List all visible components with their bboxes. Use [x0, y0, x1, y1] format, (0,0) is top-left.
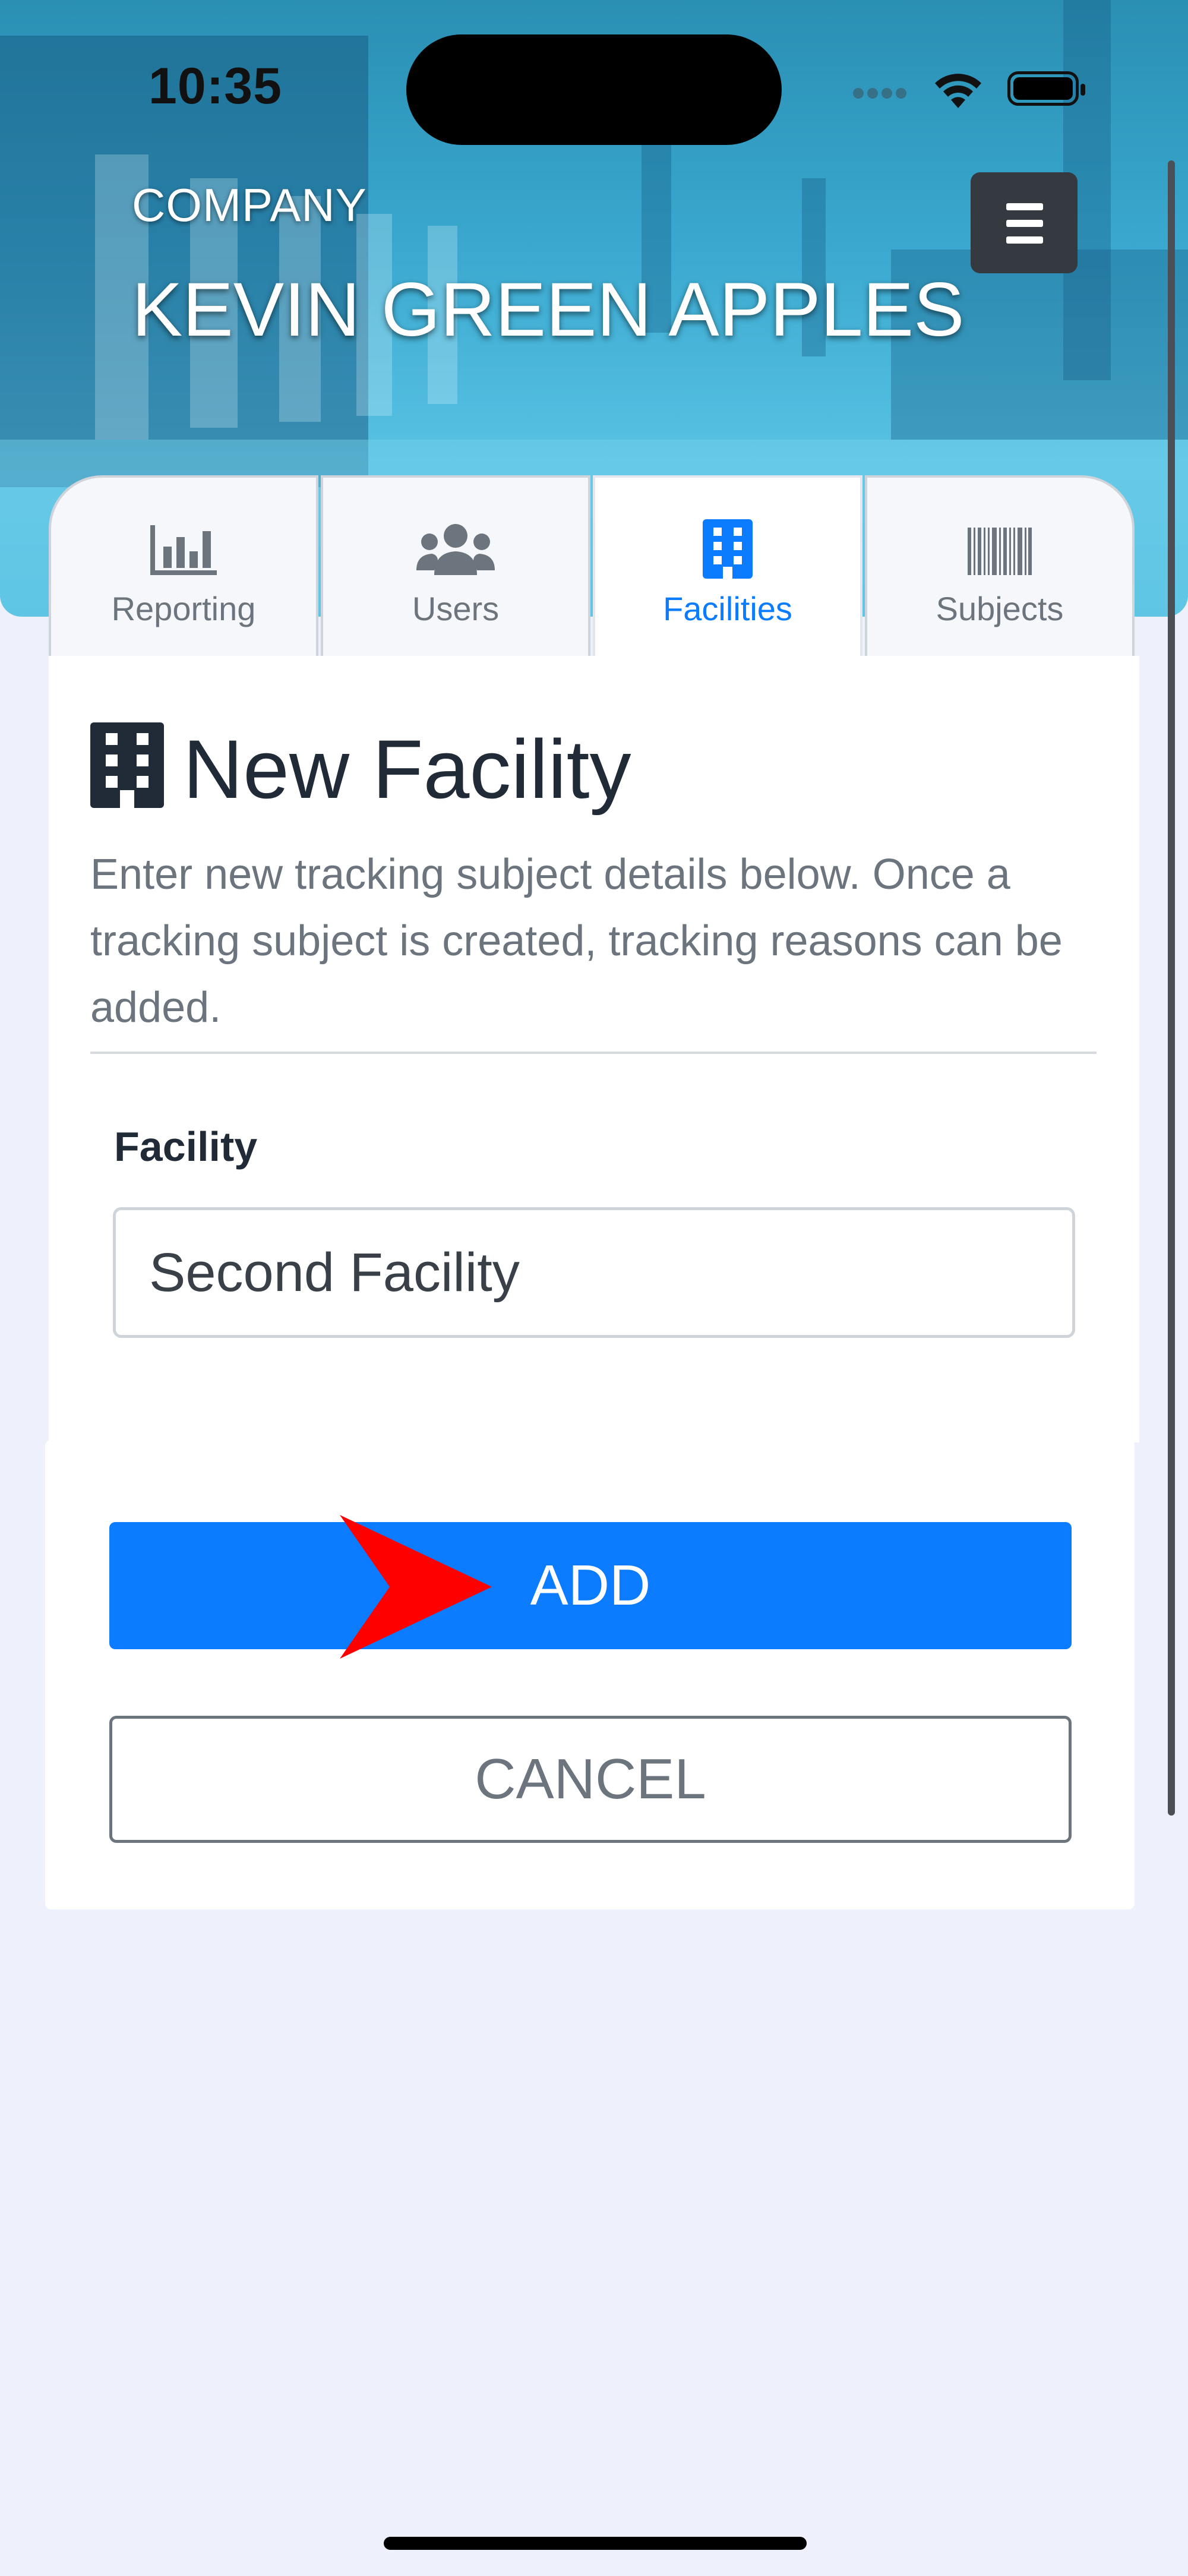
form-title: New Facility — [183, 722, 631, 816]
home-indicator[interactable] — [384, 2537, 807, 2550]
menu-icon-bar — [1006, 236, 1043, 244]
tab-users[interactable]: Users — [321, 475, 590, 656]
scrollbar[interactable] — [1168, 160, 1175, 1816]
tab-reporting[interactable]: Reporting — [49, 475, 318, 656]
facility-input[interactable]: Second Facility — [113, 1207, 1075, 1338]
cancel-button[interactable]: CANCEL — [109, 1716, 1072, 1843]
facility-label: Facility — [114, 1123, 258, 1170]
tab-bar: Reporting Users Facilities Subjects — [49, 475, 1139, 656]
status-bar: 10:35 — [0, 0, 1188, 178]
dynamic-island — [406, 34, 782, 145]
tab-label: Facilities — [663, 590, 792, 627]
tab-label: Users — [412, 590, 500, 627]
tab-facilities[interactable]: Facilities — [593, 475, 862, 656]
add-button[interactable]: ADD — [109, 1522, 1072, 1649]
company-label: COMPANY — [132, 179, 367, 231]
users-icon — [416, 524, 495, 575]
menu-icon-bar — [1006, 220, 1043, 227]
wifi-icon — [935, 74, 981, 108]
red-pointer-arrow-icon — [340, 1515, 492, 1659]
barcode-icon — [968, 528, 1032, 575]
building-icon — [703, 519, 753, 579]
form-card: New Facility Enter new tracking subject … — [49, 656, 1139, 1442]
menu-icon-bar — [1006, 203, 1043, 210]
battery-icon — [1007, 71, 1085, 106]
signal-dots-icon — [853, 88, 912, 102]
company-name: KEVIN GREEN APPLES — [132, 267, 965, 352]
status-time: 10:35 — [148, 58, 282, 115]
form-description: Enter new tracking subject details below… — [90, 851, 1063, 1031]
hamburger-menu-button[interactable] — [971, 172, 1078, 273]
tab-subjects[interactable]: Subjects — [865, 475, 1135, 656]
tab-label: Subjects — [936, 590, 1064, 627]
building-icon — [90, 722, 164, 808]
tab-label: Reporting — [111, 590, 256, 627]
divider — [90, 1052, 1097, 1054]
bar-chart-icon — [150, 525, 217, 575]
